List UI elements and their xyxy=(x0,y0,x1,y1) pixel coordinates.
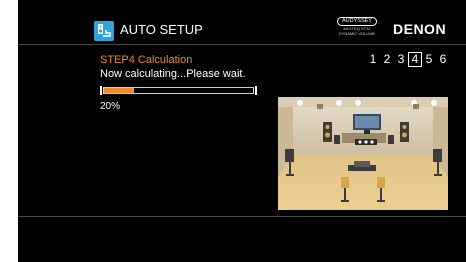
progress-cap-left xyxy=(100,86,102,95)
brand-logo: DENON xyxy=(393,21,447,37)
auto-setup-icon xyxy=(94,21,114,41)
progress-bar xyxy=(100,86,257,95)
step-title: STEP4 Calculation xyxy=(100,54,193,66)
header: AUTO SETUP AUDYSSEY MULTEQ XT32 DYNAMIC … xyxy=(18,0,466,44)
step-message: Now calculating...Please wait. xyxy=(100,68,246,80)
step-number-2: 2 xyxy=(383,52,391,66)
footer-divider xyxy=(18,216,466,217)
step-number-6: 6 xyxy=(439,52,447,66)
progress-fill xyxy=(104,88,134,93)
room-illustration xyxy=(278,97,448,210)
progress-percent: 20% xyxy=(100,101,121,112)
step-number-3: 3 xyxy=(397,52,405,66)
progress-cap-right xyxy=(255,86,257,95)
step-number-5: 5 xyxy=(425,52,433,66)
step-number-4: 4 xyxy=(408,52,422,67)
auto-setup-screen: AUTO SETUP AUDYSSEY MULTEQ XT32 DYNAMIC … xyxy=(18,0,466,262)
progress-track xyxy=(103,87,254,94)
audyssey-badge: AUDYSSEY xyxy=(337,17,377,26)
audyssey-logo: AUDYSSEY MULTEQ XT32 DYNAMIC VOLUME xyxy=(337,17,377,36)
step-indicator: 123456 xyxy=(366,52,450,67)
app-title: AUTO SETUP xyxy=(120,22,203,37)
audyssey-line-2: DYNAMIC VOLUME xyxy=(338,31,376,36)
header-divider xyxy=(18,44,466,45)
step-number-1: 1 xyxy=(369,52,377,66)
